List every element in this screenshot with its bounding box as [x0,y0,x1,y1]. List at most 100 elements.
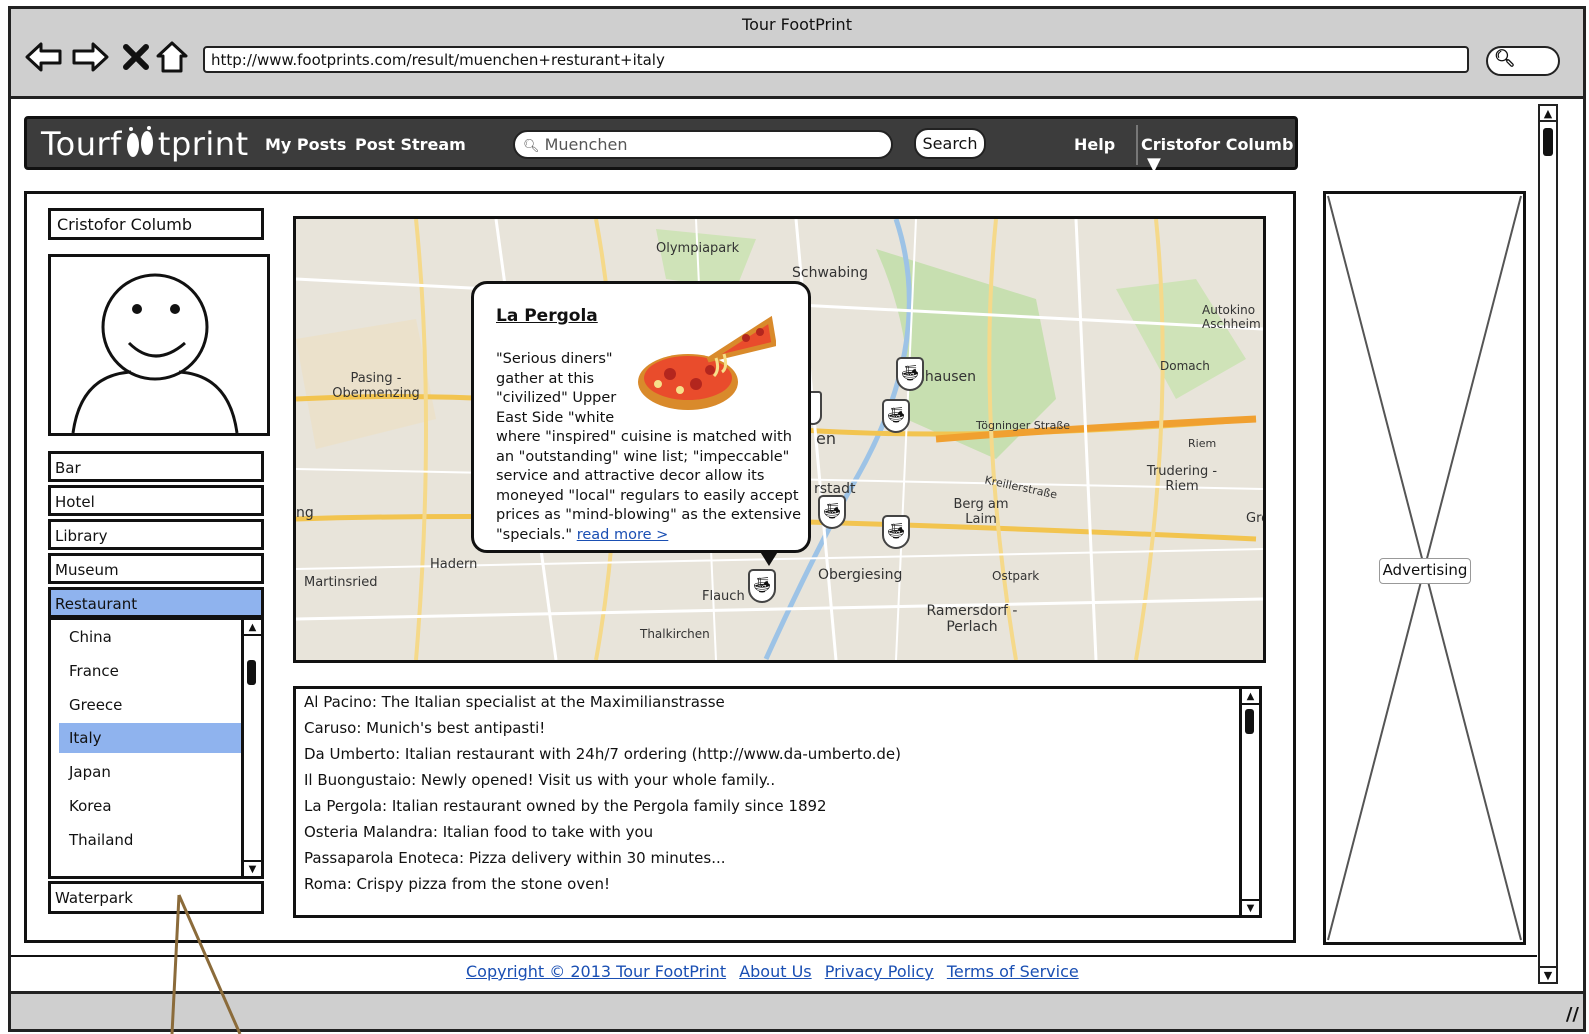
advertising-label: Advertising [1379,558,1471,584]
result-item[interactable]: Osteria Malandra: Italian food to take w… [304,823,653,841]
footer-divider [11,955,1537,957]
result-item[interactable]: Al Pacino: The Italian specialist at the… [304,693,725,711]
subcategory-item-korea[interactable]: Korea [59,791,241,821]
scroll-up-icon[interactable]: ▲ [1242,689,1259,705]
map-label: Trudering - Riem [1146,464,1218,494]
restaurant-pin-icon[interactable]: 🍜︎ [896,357,924,391]
user-menu[interactable]: Cristofor Columb ▼ [1141,135,1295,175]
read-more-link[interactable]: read more > [577,527,669,543]
scroll-down-icon[interactable]: ▼ [244,860,261,876]
popup-description-rest: where "inspired" cuisine is matched with… [496,428,801,545]
url-bar[interactable]: http://www.footprints.com/result/muenche… [203,46,1469,73]
subcategory-item-thailand[interactable]: Thailand [59,825,241,855]
map-label: Pasing - Obermenzing [332,371,420,401]
result-item[interactable]: Passaparola Enoteca: Pizza delivery with… [304,849,726,867]
browser-chrome: Tour FootPrint http://www.footprints.com… [11,9,1583,99]
result-item[interactable]: Da Umberto: Italian restaurant with 24h/… [304,745,901,763]
browser-search-field[interactable]: 🔍︎ [1486,46,1560,76]
window-title: Tour FootPrint [742,15,852,34]
category-item-restaurant[interactable]: Restaurant [48,587,264,618]
home-icon[interactable] [153,39,191,75]
top-navbar: Tourf tprint My Posts Post Stream 🔍︎ Muen… [24,116,1298,175]
browser-window: Tour FootPrint http://www.footprints.com… [8,6,1586,1032]
map-label: Ramersdorf - Perlach [926,603,1018,635]
map-label: Tögninger Straße [976,419,1071,432]
restaurant-pin-icon[interactable]: 🍜︎ [818,495,846,529]
scrollbar-thumb[interactable] [247,660,256,685]
scroll-up-icon[interactable]: ▲ [244,620,261,636]
map-label: Olympiapark [656,241,740,256]
search-value: Muenchen [544,135,628,154]
map-label: Hadern [430,557,478,572]
map-label: Domach [1160,359,1210,373]
subcategory-item-italy[interactable]: Italy [59,723,241,753]
privacy-policy-link[interactable]: Privacy Policy [825,962,934,981]
avatar[interactable] [48,254,270,436]
category-item-waterpark[interactable]: Waterpark [48,881,264,914]
map-label: Flauch [702,589,745,604]
subcategory-item-greece[interactable]: Greece [59,690,241,720]
about-us-link[interactable]: About Us [739,962,811,981]
results-scrollbar[interactable]: ▲ ▼ [1239,689,1259,915]
status-bar: // [11,991,1583,1029]
map-label: Schwabing [792,265,869,281]
category-item-library[interactable]: Library [48,519,264,550]
profile-name-field[interactable]: Cristofor Columb [48,208,264,240]
scroll-up-icon[interactable]: ▲ [1540,106,1556,122]
logo-text-end: tprint [157,125,249,163]
category-item-museum[interactable]: Museum [48,553,264,584]
map-label: en [816,429,836,448]
result-item[interactable]: Caruso: Munich's best antipasti! [304,719,545,737]
logo[interactable]: Tourf tprint [41,125,249,163]
restaurant-pin-icon[interactable]: 🍜︎ [748,569,776,603]
copyright-link[interactable]: Copyright © 2013 Tour FootPrint [466,962,726,981]
subcategory-item-japan[interactable]: Japan [59,757,241,787]
category-item-bar[interactable]: Bar [48,451,264,482]
popup-title[interactable]: La Pergola [496,306,598,326]
category-item-hotel[interactable]: Hotel [48,485,264,516]
stop-icon[interactable] [117,39,155,75]
terms-of-service-link[interactable]: Terms of Service [947,962,1079,981]
search-icon: 🔍︎ [523,139,540,154]
nav-divider [1136,125,1138,165]
result-item[interactable]: Roma: Crispy pizza from the stone oven! [304,875,610,893]
scroll-down-icon[interactable]: ▼ [1540,966,1556,982]
subcategory-scrollbar[interactable]: ▲ ▼ [241,620,261,876]
map-label: Berg am Laim [953,497,1009,527]
map-label: ng [296,505,314,521]
results-list: Al Pacino: The Italian specialist at the… [293,686,1262,918]
nav-my-posts[interactable]: My Posts [265,135,346,154]
back-icon[interactable] [25,39,63,75]
map-label: Thalkirchen [640,627,710,641]
map-label: Ostpark [992,569,1040,583]
footprint-icon [122,125,158,162]
subcategory-item-france[interactable]: France [59,656,241,686]
restaurant-pin-icon[interactable]: 🍜︎ [882,515,910,549]
subcategory-item-china[interactable]: China [59,622,241,652]
map-label: Gro [1246,511,1263,526]
popup-description-start: "Serious diners" gather at this "civiliz… [496,351,617,426]
footer-links: Copyright © 2013 Tour FootPrint About Us… [466,962,1087,981]
result-item[interactable]: La Pergola: Italian restaurant owned by … [304,797,827,815]
place-popup: La Pergola "Serious diners" gather at th… [471,281,811,553]
forward-icon[interactable] [71,39,109,75]
user-name: Cristofor Columb [1141,135,1294,154]
nav-help[interactable]: Help [1074,135,1115,154]
search-icon: 🔍︎ [1494,49,1516,69]
chevron-down-icon: ▼ [1147,154,1161,175]
search-input[interactable]: 🔍︎ Muenchen [513,130,893,159]
pizza-icon [638,315,776,410]
nav-post-stream[interactable]: Post Stream [355,135,466,154]
smiley-avatar-icon [71,273,239,433]
scrollbar-thumb[interactable] [1543,128,1553,156]
map-label: hhausen [916,369,976,385]
scrollbar-thumb[interactable] [1245,709,1254,734]
resize-grip-icon[interactable]: // [1566,1004,1579,1025]
search-button[interactable]: Search [914,128,986,159]
page-scrollbar[interactable]: ▲ ▼ [1538,104,1558,984]
restaurant-pin-icon[interactable]: 🍜︎ [882,399,910,433]
map-label: Riem [1188,437,1217,450]
map-label: Autokino Aschheim [1202,303,1261,331]
scroll-down-icon[interactable]: ▼ [1242,899,1259,915]
result-item[interactable]: Il Buongustaio: Newly opened! Visit us w… [304,771,775,789]
